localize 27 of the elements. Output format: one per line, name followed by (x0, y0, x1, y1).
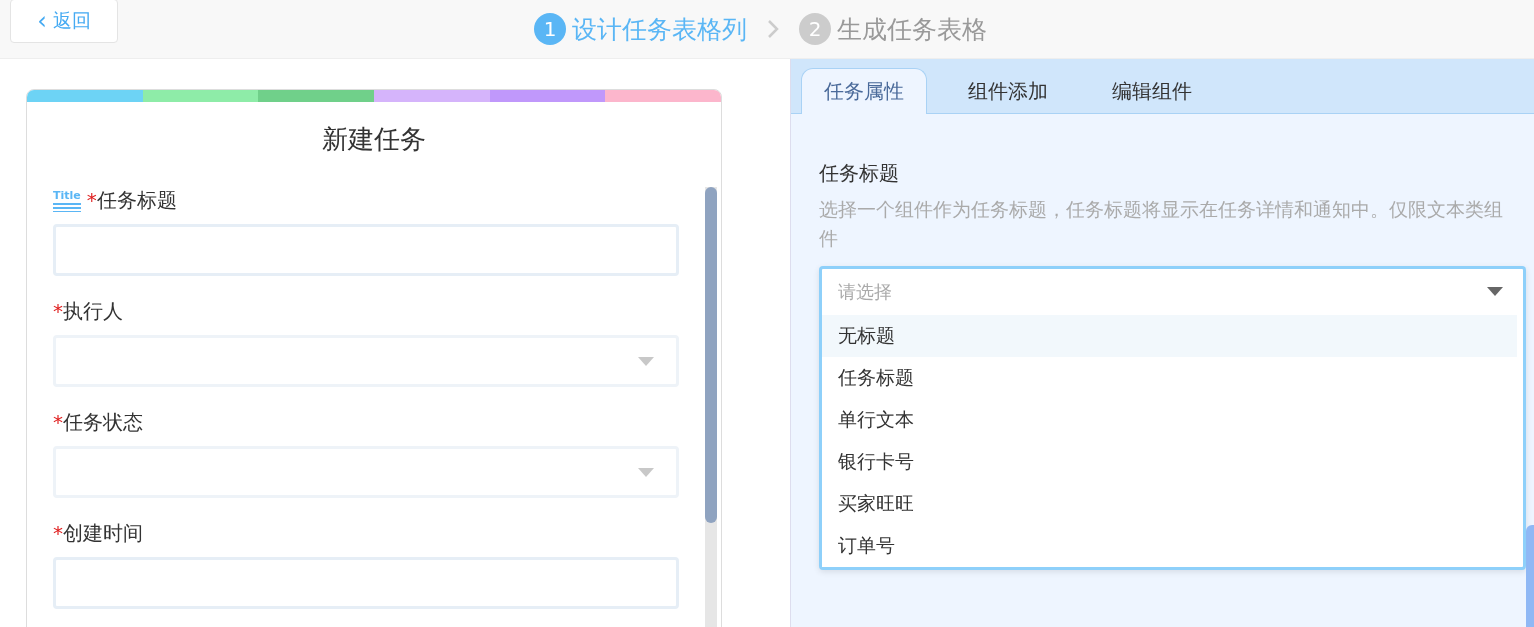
dropdown-option[interactable]: 无标题 (822, 314, 1517, 357)
text-field[interactable] (53, 557, 679, 609)
select-dropdown[interactable]: 请选择 无标题 任务标题 单行文本 银行卡号 买家旺旺 订单号 (819, 265, 1526, 570)
tab[interactable]: 编辑组件 (1089, 68, 1215, 114)
floating-button[interactable] (1526, 525, 1534, 627)
scrollbar[interactable] (705, 187, 717, 627)
setting-description: 选择一个组件作为任务标题，任务标题将显示在任务详情和通知中。仅限文本类组件 (819, 197, 1504, 252)
step-number: 1 (534, 13, 566, 45)
form-title: 新建任务 (321, 123, 427, 156)
field-label: *任务标题 (86, 187, 177, 214)
caret-icon (638, 356, 654, 366)
field-label: *执行人 (53, 298, 123, 325)
caret-icon (1487, 287, 1503, 297)
placeholder-text: 请选择 (838, 279, 892, 304)
select-field[interactable] (53, 335, 679, 387)
step-label: 设计任务表格列 (572, 13, 747, 46)
text-field[interactable] (53, 224, 679, 276)
step-label: 生成任务表格 (837, 13, 987, 46)
setting-heading: 任务标题 (819, 160, 900, 187)
dropdown-option[interactable]: 订单号 (822, 524, 1517, 567)
select-field[interactable] (53, 446, 679, 498)
field-label: *任务状态 (53, 409, 143, 436)
tab[interactable]: 组件添加 (945, 68, 1071, 114)
caret-icon (638, 467, 654, 477)
field-label: *创建时间 (53, 520, 143, 547)
chevron-icon (765, 18, 781, 40)
tab[interactable]: 任务属性 (801, 68, 927, 114)
